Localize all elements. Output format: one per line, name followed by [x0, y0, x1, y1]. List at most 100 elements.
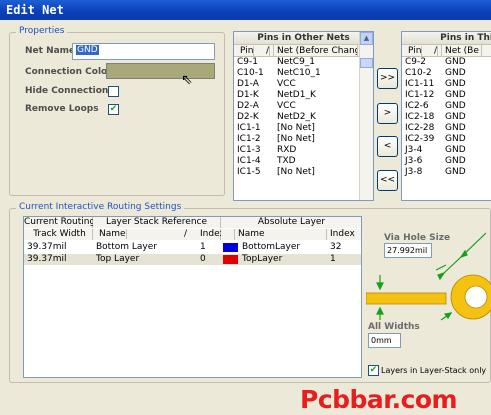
via-hole-size-label: Via Hole Size: [384, 233, 451, 243]
abs-layer-name-cell: TopLayer: [242, 254, 283, 264]
remove-loops-label: Remove Loops: [25, 104, 99, 114]
pin-cell: D2-K: [237, 112, 259, 122]
col-index[interactable]: Index: [197, 229, 225, 240]
other-nets-scrollbar[interactable]: ▲: [359, 32, 373, 200]
track-width-cell: 39.37mil: [27, 254, 67, 264]
layer-index-cell: 0: [200, 254, 206, 264]
table-row[interactable]: IC1-5 [No Net]: [234, 167, 373, 178]
routing-table[interactable]: Current Routing Layer Stack Reference Ab…: [23, 216, 362, 378]
pin-cell: D2-A: [237, 101, 259, 111]
other-nets-col-pin[interactable]: Pin /: [234, 45, 274, 56]
routing-row[interactable]: 39.37mil Bottom Layer 1 BottomLayer 32: [24, 242, 361, 253]
table-row[interactable]: J3-8 GND: [402, 167, 491, 178]
table-row[interactable]: D2-A VCC: [234, 101, 373, 112]
table-row[interactable]: J3-6 GND: [402, 156, 491, 167]
table-row[interactable]: D2-K NetD2_K: [234, 112, 373, 123]
net-cell: NetD1_K: [277, 90, 316, 100]
hide-connections-checkbox[interactable]: [108, 86, 119, 97]
scroll-up-icon[interactable]: ▲: [360, 32, 373, 45]
window-title: Edit Net: [6, 3, 64, 17]
layer-color-swatch: [223, 255, 238, 264]
this-net-header: Pin / Net (Be: [402, 45, 491, 57]
pin-cell: C10-2: [405, 68, 432, 78]
col-abs-name[interactable]: Name: [235, 229, 327, 240]
table-row[interactable]: IC2-39 GND: [402, 134, 491, 145]
net-cell: NetC9_1: [277, 57, 316, 67]
pin-cell: D1-A: [237, 79, 259, 89]
remove-button[interactable]: <: [377, 136, 398, 157]
pin-cell: IC1-11: [405, 79, 435, 89]
table-row[interactable]: J3-4 GND: [402, 145, 491, 156]
layers-in-stack-checkbox[interactable]: ✔: [368, 365, 379, 376]
table-row[interactable]: D1-A VCC: [234, 79, 373, 90]
pin-cell: IC1-12: [405, 90, 435, 100]
track-width-cell: 39.37mil: [27, 242, 67, 252]
table-row[interactable]: C9-2 GND: [402, 57, 491, 68]
all-widths-input[interactable]: 0mm: [368, 333, 401, 348]
table-row[interactable]: IC1-3 RXD: [234, 145, 373, 156]
net-cell: VCC: [277, 101, 296, 111]
abs-layer-index-cell: 1: [330, 254, 336, 264]
window-title-bar[interactable]: Edit Net: [0, 0, 491, 20]
net-cell: GND: [445, 167, 466, 177]
connection-color-swatch[interactable]: [106, 63, 215, 79]
pin-cell: IC1-2: [237, 134, 261, 144]
remove-loops-checkbox[interactable]: ✔: [108, 104, 119, 115]
hide-connections-label: Hide Connections: [25, 86, 114, 96]
other-nets-rows: C9-1 NetC9_1 C10-1 NetC10_1 D1-A VCC D1-K NetD1…: [234, 57, 373, 178]
table-row[interactable]: IC2-28 GND: [402, 123, 491, 134]
add-all-button[interactable]: >>: [377, 68, 398, 89]
table-row[interactable]: IC1-11 GND: [402, 79, 491, 90]
net-name-input[interactable]: GND: [72, 43, 215, 60]
table-row[interactable]: C9-1 NetC9_1: [234, 57, 373, 68]
other-nets-grid[interactable]: Pins in Other Nets Pin / Net (Before Cha…: [233, 31, 374, 201]
abs-layer-index-cell: 32: [330, 242, 342, 252]
net-name-value: GND: [76, 45, 99, 55]
net-cell: GND: [445, 79, 466, 89]
this-net-grid[interactable]: Pins in Thi Pin / Net (Be C9-2 GND C10-2 GN…: [401, 31, 491, 201]
net-cell: GND: [445, 57, 466, 67]
table-row[interactable]: IC1-2 [No Net]: [234, 134, 373, 145]
net-cell: GND: [445, 90, 466, 100]
remove-all-button[interactable]: <<: [377, 170, 398, 191]
routing-group-header: Current Routing Layer Stack Reference Ab…: [24, 217, 361, 228]
table-row[interactable]: IC2-6 GND: [402, 101, 491, 112]
net-cell: GND: [445, 68, 466, 78]
pin-cell: IC2-28: [405, 123, 435, 133]
table-row[interactable]: C10-2 GND: [402, 68, 491, 79]
routing-legend: Current Interactive Routing Settings: [16, 202, 185, 212]
mouse-cursor-icon: ⇖: [181, 72, 193, 88]
net-cell: NetD2_K: [277, 112, 316, 122]
pin-cell: IC2-39: [405, 134, 435, 144]
net-name-label: Net Name: [25, 46, 76, 56]
table-row[interactable]: IC1-1 [No Net]: [234, 123, 373, 134]
table-row[interactable]: IC2-18 GND: [402, 112, 491, 123]
net-cell: RXD: [277, 145, 297, 155]
pin-cell: J3-8: [405, 167, 423, 177]
checkmark-icon: ✔: [369, 365, 378, 375]
this-net-col-pin[interactable]: Pin /: [402, 45, 442, 56]
other-nets-header: Pin / Net (Before Change): [234, 45, 373, 57]
table-row[interactable]: C10-1 NetC10_1: [234, 68, 373, 79]
group-absolute-layer: Absolute Layer: [221, 217, 361, 228]
routing-row[interactable]: 39.37mil Top Layer 0 TopLayer 1: [24, 254, 361, 265]
pin-cell: IC1-1: [237, 123, 261, 133]
add-button[interactable]: >: [377, 103, 398, 124]
pin-cell: J3-4: [405, 145, 423, 155]
col-abs-index[interactable]: Index: [327, 229, 361, 240]
via-hole-size-input[interactable]: 27.992mil: [384, 243, 432, 258]
other-nets-col-net[interactable]: Net (Before Change): [274, 45, 358, 56]
net-cell: [No Net]: [277, 134, 315, 144]
table-row[interactable]: IC1-12 GND: [402, 90, 491, 101]
layers-in-stack-label: Layers in Layer-Stack only: [381, 366, 487, 375]
this-net-col-net[interactable]: Net (Be: [442, 45, 482, 56]
group-layer-stack: Layer Stack Reference: [93, 217, 221, 228]
col-track-width[interactable]: Track Width: [24, 229, 93, 240]
scroll-thumb[interactable]: [360, 58, 373, 68]
checkmark-icon: ✔: [109, 104, 118, 114]
pin-cell: C9-2: [405, 57, 426, 67]
table-row[interactable]: D1-K NetD1_K: [234, 90, 373, 101]
pin-cell: C10-1: [237, 68, 264, 78]
table-row[interactable]: IC1-4 TXD: [234, 156, 373, 167]
other-nets-title: Pins in Other Nets: [234, 32, 373, 45]
